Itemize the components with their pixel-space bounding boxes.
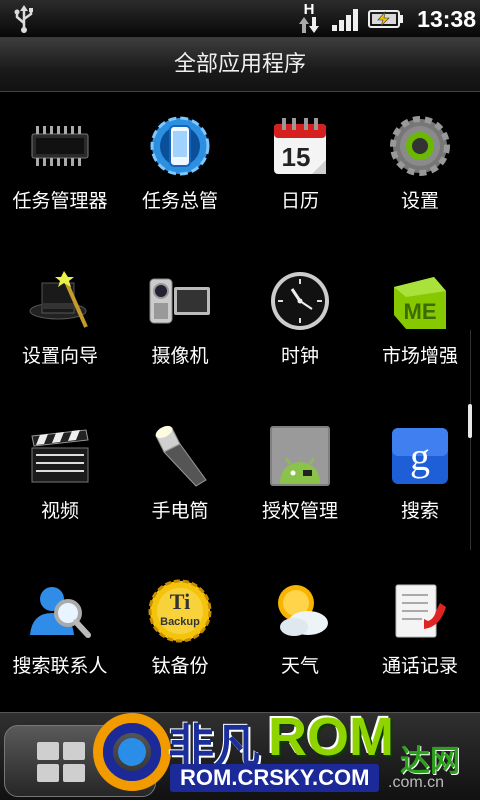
app-flashlight[interactable]: 手电筒 xyxy=(120,402,240,552)
app-label: 任务管理器 xyxy=(12,190,108,212)
market-badge-text: ME xyxy=(404,299,437,324)
flashlight-icon xyxy=(155,425,207,487)
app-label: 钛备份 xyxy=(151,655,209,677)
app-label: 搜索 xyxy=(400,500,439,522)
app-titanium-backup[interactable]: Ti Backup 钛备份 xyxy=(120,557,240,707)
app-setup-wizard[interactable]: 设置向导 xyxy=(0,247,120,397)
app-market-enhance[interactable]: ME 市场增强 xyxy=(360,247,480,397)
scroll-track xyxy=(470,330,471,550)
app-search[interactable]: g 搜索 xyxy=(360,402,480,552)
app-label: 授权管理 xyxy=(261,500,338,522)
gear-icon xyxy=(390,116,450,176)
app-grid: 任务管理器 任务总管 15 日历 设置 设置向导 摄像机 时钟 ME 市场增强 … xyxy=(0,92,480,712)
app-contact-search[interactable]: 搜索联系人 xyxy=(0,557,120,707)
app-task-manager[interactable]: 任务管理器 xyxy=(0,92,120,242)
market-me-icon: ME xyxy=(394,277,446,329)
calendar-day-text: 15 xyxy=(282,142,311,172)
watermark-ring-icon xyxy=(93,713,171,791)
grid-tile-icon xyxy=(63,764,85,782)
clock-icon xyxy=(271,272,329,330)
grid-tile-icon xyxy=(63,742,85,760)
search-glyph-text: g xyxy=(410,434,430,479)
app-label: 通话记录 xyxy=(381,655,458,677)
camcorder-icon xyxy=(149,278,210,324)
call-log-icon xyxy=(395,584,446,638)
calendar-icon: 15 xyxy=(274,118,326,174)
network-h-icon: H xyxy=(298,2,320,36)
watermark-side-url: .com.cn xyxy=(388,774,445,791)
page-title: 全部应用程序 xyxy=(0,38,480,92)
contact-search-icon xyxy=(30,587,91,638)
android-icon xyxy=(270,426,330,486)
app-label: 摄像机 xyxy=(151,345,209,367)
clapperboard-icon xyxy=(31,429,89,483)
watermark-rom: ROM xyxy=(268,707,394,767)
app-weather[interactable]: 天气 xyxy=(240,557,360,707)
app-label: 天气 xyxy=(280,655,319,677)
app-call-log[interactable]: 通话记录 xyxy=(360,557,480,707)
app-calendar[interactable]: 15 日历 xyxy=(240,92,360,242)
app-settings[interactable]: 设置 xyxy=(360,92,480,242)
titanium-bottom-text: Backup xyxy=(160,616,200,628)
usb-icon xyxy=(14,5,33,33)
app-clock[interactable]: 时钟 xyxy=(240,247,360,397)
app-label: 市场增强 xyxy=(381,345,458,367)
app-superuser[interactable]: 授权管理 xyxy=(240,402,360,552)
app-label: 视频 xyxy=(40,500,79,522)
app-label: 设置 xyxy=(400,190,439,212)
app-label: 时钟 xyxy=(280,345,319,367)
titanium-backup-icon: Ti Backup xyxy=(148,579,212,643)
app-label: 搜索联系人 xyxy=(12,655,108,677)
app-label: 日历 xyxy=(280,190,319,212)
network-type-label: H xyxy=(303,1,315,18)
app-label: 设置向导 xyxy=(21,345,98,367)
status-bar: H 13:38 xyxy=(0,0,480,38)
battery-charging-icon xyxy=(368,10,403,28)
grid-tile-icon xyxy=(37,742,59,760)
app-label: 手电筒 xyxy=(151,500,209,522)
phone-gear-icon xyxy=(150,116,210,176)
weather-icon xyxy=(278,585,328,636)
grid-tile-icon xyxy=(37,764,59,782)
app-camcorder[interactable]: 摄像机 xyxy=(120,247,240,397)
google-search-icon: g xyxy=(392,428,448,484)
magic-hat-icon xyxy=(29,271,88,328)
watermark-url: ROM.CRSKY.COM xyxy=(170,764,380,792)
status-clock: 13:38 xyxy=(417,6,476,32)
app-task-master[interactable]: 任务总管 xyxy=(120,92,240,242)
titanium-top-text: Ti xyxy=(170,589,190,614)
chip-icon xyxy=(31,126,89,166)
signal-icon xyxy=(332,9,358,31)
app-label: 任务总管 xyxy=(141,190,218,212)
scrollbar-thumb[interactable] xyxy=(468,404,472,438)
watermark-logo: 非凡 ROM ROM.CRSKY.COM 达网 .com.cn xyxy=(88,702,480,800)
app-video[interactable]: 视频 xyxy=(0,402,120,552)
